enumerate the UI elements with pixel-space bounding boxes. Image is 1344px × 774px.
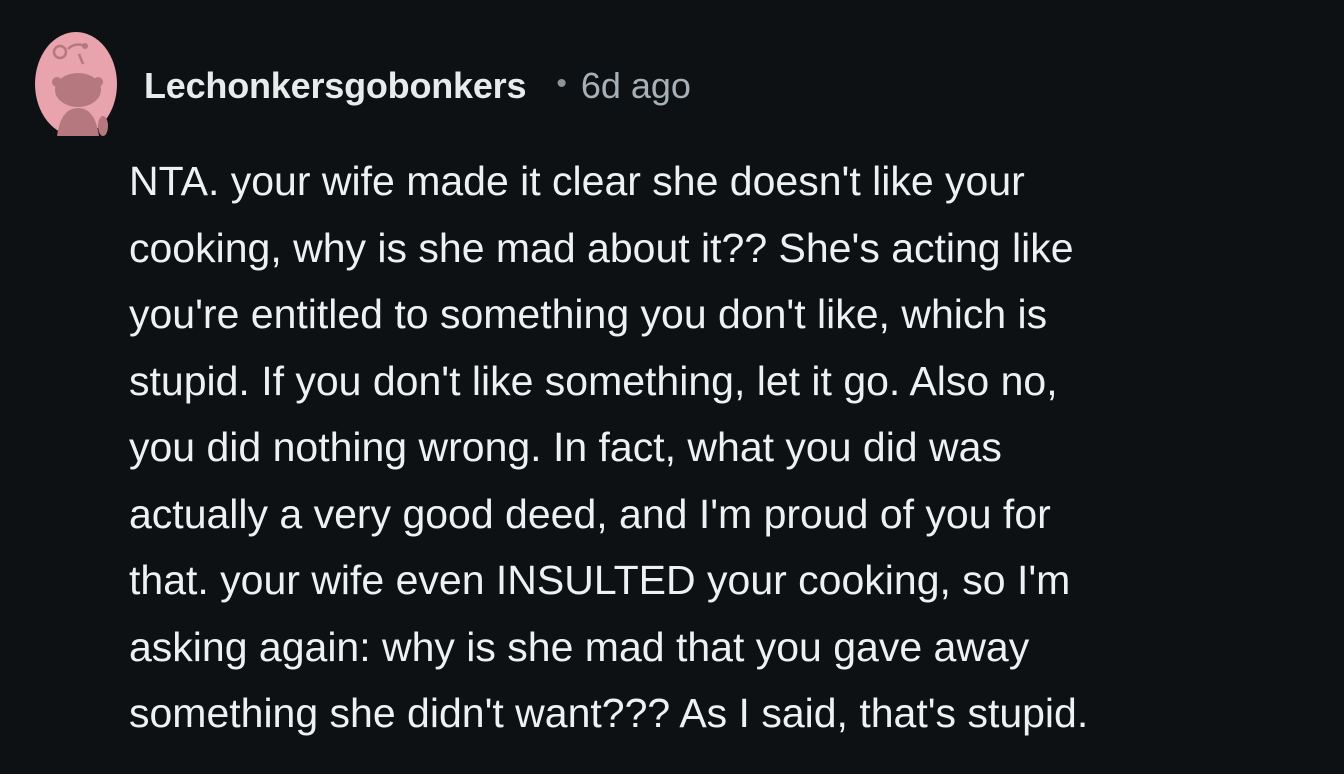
comment-body-line: you did nothing wrong. In fact, what you… bbox=[129, 424, 1002, 470]
user-avatar[interactable] bbox=[35, 32, 117, 136]
comment-body-line: stupid. If you don't like something, let… bbox=[129, 357, 1058, 404]
comment-header: Lechonkersgobonkers • 6d ago bbox=[144, 62, 691, 110]
comment-body: NTA. your wife made it clear she doesn't… bbox=[129, 148, 1319, 747]
comment-body-line: actually a very good deed, and I'm proud… bbox=[129, 490, 1051, 537]
comment-timestamp[interactable]: 6d ago bbox=[581, 65, 691, 107]
comment-body-line: asking again: why is she mad that you ga… bbox=[129, 623, 1030, 670]
comment-body-line: NTA. your wife made it clear she doesn't… bbox=[129, 158, 1025, 204]
username-link[interactable]: Lechonkersgobonkers bbox=[144, 65, 527, 107]
comment-body-line: cooking, why is she mad about it?? She's… bbox=[129, 224, 1074, 271]
snoo-avatar-icon bbox=[35, 32, 117, 136]
meta-separator: • bbox=[556, 67, 567, 100]
comment: Lechonkersgobonkers • 6d ago NTA. your w… bbox=[0, 0, 1344, 774]
comment-body-line: something she didn't want??? As I said, … bbox=[129, 690, 1089, 736]
comment-body-line: you're entitled to something you don't l… bbox=[129, 291, 1048, 337]
comment-body-line: that. your wife even INSULTED your cooki… bbox=[129, 557, 1071, 603]
